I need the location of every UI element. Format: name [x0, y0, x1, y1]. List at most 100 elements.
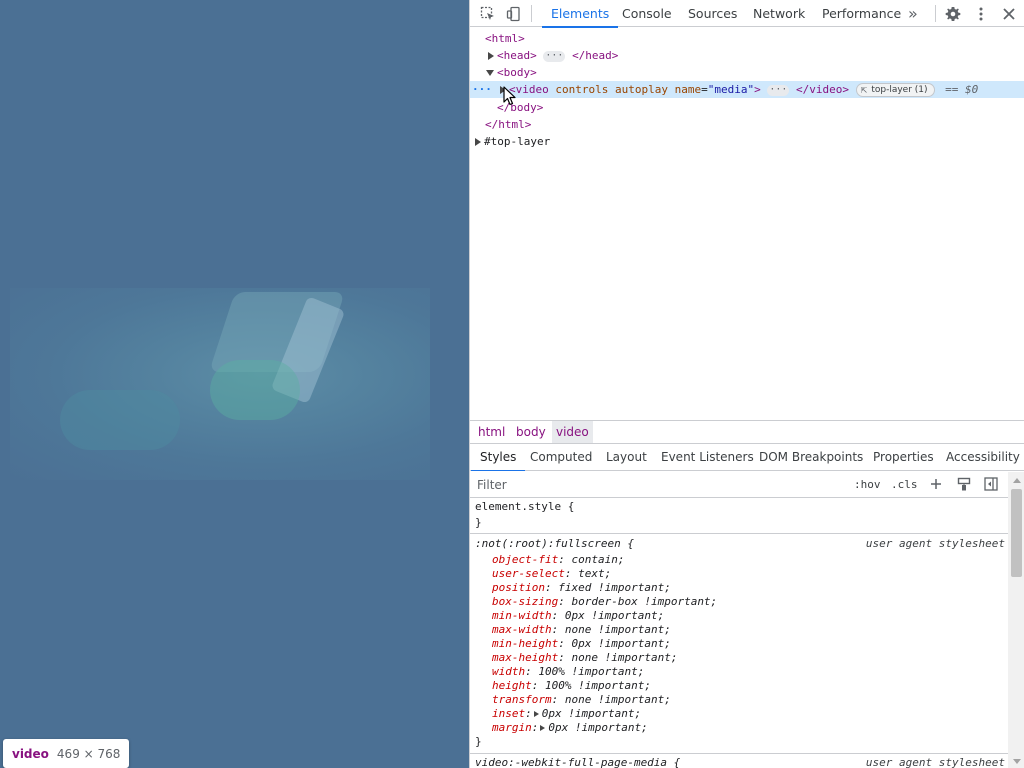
video-content-shape: [210, 360, 300, 420]
styles-filter-bar: :hov .cls: [470, 471, 1024, 498]
expand-arrow-icon[interactable]: [475, 138, 481, 146]
selected-node-marker: == $0: [945, 83, 979, 96]
more-options-icon[interactable]: [971, 4, 991, 24]
tab-dom-breakpoints[interactable]: DOM Breakpoints: [759, 444, 863, 471]
tab-styles[interactable]: Styles: [470, 444, 526, 472]
tab-layout[interactable]: Layout: [606, 444, 647, 471]
rule-origin: user agent stylesheet: [865, 537, 1005, 550]
style-declaration[interactable]: max-width: none !important;: [492, 623, 671, 637]
expand-arrow-icon[interactable]: [488, 52, 494, 60]
webkit-media-selector[interactable]: video:-webkit-full-page-media {: [475, 756, 680, 768]
dom-node-top-layer[interactable]: #top-layer: [470, 133, 1024, 150]
tab-network[interactable]: Network: [753, 0, 805, 27]
style-declaration[interactable]: min-height: 0px !important;: [492, 637, 671, 651]
tab-performance[interactable]: Performance: [822, 0, 901, 27]
style-declaration[interactable]: object-fit: contain;: [492, 553, 624, 567]
video-content-shape: [60, 390, 180, 450]
collapsed-content-ellipsis[interactable]: ···: [767, 84, 790, 96]
dom-node-body-close[interactable]: </body>: [470, 99, 1024, 116]
breadcrumb-video[interactable]: video: [552, 421, 593, 443]
collapsed-content-ellipsis[interactable]: ···: [543, 50, 566, 62]
styles-scrollbar[interactable]: [1008, 472, 1024, 768]
tab-sources[interactable]: Sources: [688, 0, 737, 27]
tab-accessibility[interactable]: Accessibility: [946, 444, 1020, 471]
body-open-tag: <body>: [497, 66, 537, 79]
scrollbar-thumb[interactable]: [1011, 489, 1022, 577]
devtools-toolbar: Elements Console Sources Network Perform…: [470, 0, 1024, 28]
rule-divider: [470, 753, 1008, 754]
top-layer-badge[interactable]: ⇱ top-layer (1): [855, 83, 935, 97]
style-declaration[interactable]: max-height: none !important;: [492, 651, 677, 665]
collapse-arrow-icon[interactable]: [486, 70, 494, 76]
more-tabs-button[interactable]: »: [908, 0, 918, 27]
paint-brush-icon[interactable]: [955, 475, 973, 493]
rule-close-brace: }: [475, 516, 482, 529]
expand-shorthand-icon[interactable]: [540, 725, 546, 731]
dom-node-html[interactable]: <html>: [470, 30, 1024, 47]
inspect-element-icon[interactable]: [478, 4, 498, 24]
style-declaration[interactable]: transform: none !important;: [492, 693, 671, 707]
video-close-tag: </video>: [796, 83, 849, 96]
style-declaration[interactable]: box-sizing: border-box !important;: [492, 595, 717, 609]
toggle-sidebar-icon[interactable]: [982, 475, 1000, 493]
page-viewport: video 469 × 768: [0, 0, 469, 768]
html-close-tag: </html>: [485, 118, 532, 131]
top-layer-badge-label: top-layer (1): [871, 84, 928, 95]
device-toolbar-icon[interactable]: [504, 4, 524, 24]
video-attr-controls: controls: [555, 83, 609, 96]
video-attr-name: name: [674, 83, 702, 96]
expand-shorthand-icon[interactable]: [533, 711, 539, 717]
tab-console[interactable]: Console: [622, 0, 672, 27]
breadcrumb-html[interactable]: html: [474, 421, 509, 443]
dom-node-body[interactable]: <body>: [470, 64, 1024, 81]
top-layer-label: #top-layer: [484, 135, 551, 148]
tab-properties[interactable]: Properties: [873, 444, 934, 471]
add-style-rule-icon[interactable]: [927, 475, 945, 493]
head-close-tag: </head>: [572, 49, 619, 62]
node-actions-gutter[interactable]: ···: [470, 81, 492, 98]
rule-divider: [470, 533, 1008, 534]
settings-gear-icon[interactable]: [943, 4, 963, 24]
devtools-panel: Elements Console Sources Network Perform…: [469, 0, 1024, 768]
style-declaration[interactable]: user-select: text;: [492, 567, 611, 581]
style-declaration[interactable]: margin: 0px !important;: [492, 721, 648, 735]
html-open-tag: <html>: [485, 32, 525, 45]
styles-pane: element.style { } :not(:root):fullscreen…: [470, 499, 1008, 768]
toolbar-divider: [935, 5, 936, 22]
style-declaration[interactable]: height: 100% !important;: [492, 679, 651, 693]
head-open-tag: <head>: [497, 49, 537, 62]
class-toggle[interactable]: .cls: [891, 475, 918, 494]
tooltip-dimensions: 469 × 768: [56, 746, 121, 761]
toolbar-divider: [531, 5, 532, 22]
hover-state-toggle[interactable]: :hov: [854, 475, 881, 494]
tab-computed[interactable]: Computed: [530, 444, 592, 471]
video-tag-end: >: [754, 83, 761, 96]
breadcrumb: html body video: [470, 420, 1024, 444]
tab-event-listeners[interactable]: Event Listeners: [661, 444, 754, 471]
scroll-down-arrow-icon[interactable]: [1013, 759, 1021, 764]
dom-tree: <html> <head> ··· </head> <body> ··· <vid…: [470, 28, 1024, 418]
video-attr-name-value: "media": [707, 83, 755, 96]
sidebar-pane-tabs: Styles Computed Layout Event Listeners D…: [470, 444, 1024, 472]
style-declaration[interactable]: min-width: 0px !important;: [492, 609, 664, 623]
style-declaration[interactable]: width: 100% !important;: [492, 665, 644, 679]
style-declaration[interactable]: inset: 0px !important;: [492, 707, 641, 721]
close-icon[interactable]: [999, 4, 1019, 24]
rule-origin: user agent stylesheet: [865, 756, 1005, 768]
reveal-icon: ⇱: [860, 85, 868, 95]
styles-filter-input[interactable]: [474, 475, 846, 494]
rule-close-brace: }: [475, 735, 482, 748]
mouse-cursor-icon: [503, 86, 516, 106]
dom-node-video[interactable]: ··· <video controls autoplay name="media"…: [470, 81, 1024, 98]
dom-node-head[interactable]: <head> ··· </head>: [470, 47, 1024, 64]
video-attr-autoplay: autoplay: [614, 83, 668, 96]
element-style-selector[interactable]: element.style {: [475, 500, 574, 514]
element-size-tooltip: video 469 × 768: [3, 739, 130, 768]
tab-elements[interactable]: Elements: [541, 0, 619, 28]
breadcrumb-body[interactable]: body: [512, 421, 550, 443]
style-declaration[interactable]: position: fixed !important;: [492, 581, 671, 595]
fullscreen-selector[interactable]: :not(:root):fullscreen {: [475, 537, 634, 551]
scroll-up-arrow-icon[interactable]: [1013, 478, 1021, 483]
dom-node-html-close[interactable]: </html>: [470, 116, 1024, 133]
tooltip-tag-name: video: [12, 746, 49, 761]
